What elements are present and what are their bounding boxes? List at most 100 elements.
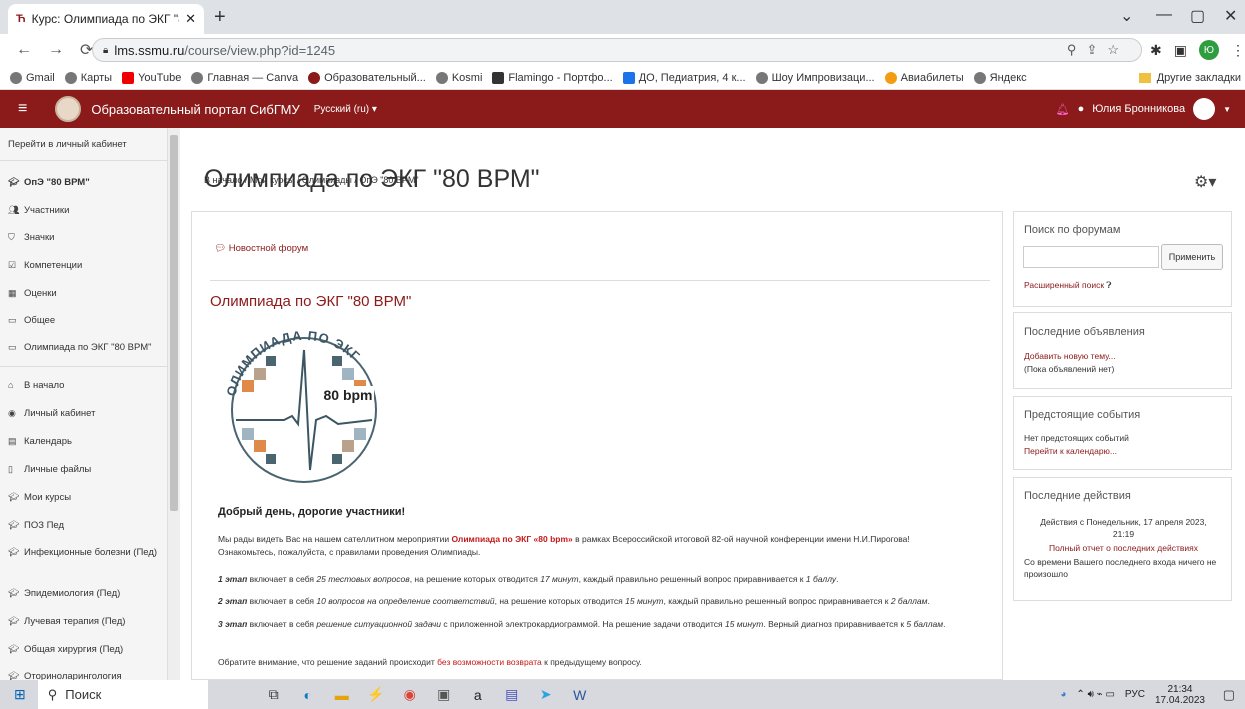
notification-bell-icon[interactable]: 🔔︎ [1056,103,1070,116]
explorer-icon[interactable]: ▬ [332,685,352,705]
forum-icon: 💬︎ [214,243,229,254]
telegram-icon[interactable]: ➤ [536,685,556,705]
nav-drawer: Перейти в личный кабинет 🎓︎ ОпЭ "80 ВРМ" … [0,128,168,680]
user-menu-caret-icon[interactable]: ▼ [1223,105,1231,114]
bookmark-kosmi[interactable]: Kosmi [435,71,482,84]
do-icon [622,71,635,84]
sidebar-scroll-thumb[interactable] [170,135,178,511]
sidebar-item-olympiad[interactable]: ▭ Олимпиада по ЭКГ "80 ВРМ" [8,341,163,354]
sidebar-item-course-4[interactable]: 🎓︎ Лучевая терапия (Пед) [8,615,163,628]
sidebar-item-course-5[interactable]: 🎓︎ Общая хирургия (Пед) [8,643,163,656]
forward-icon[interactable]: → [48,41,64,59]
bookmark-flights[interactable]: Авиабилеты [884,71,964,84]
news-forum-link[interactable]: 💬︎ Новостной форум [214,243,308,254]
activity-since: Действия с Понедельник, 17 апреля 2023, … [1040,517,1207,539]
full-report-link[interactable]: Полный отчет о последних действиях [1014,542,1233,554]
bookmark-gmail[interactable]: Gmail [10,71,55,84]
other-bookmarks[interactable]: Другие закладки [1138,72,1241,84]
gear-icon[interactable]: ⚙▾ [1194,172,1216,192]
sidebar-item-course-2[interactable]: 🎓︎ Инфекционные болезни (Пед) [8,546,163,559]
minimize-icon[interactable]: — [1156,6,1172,24]
menu-icon[interactable]: ⋮ [1231,42,1245,59]
block-title: Последние объявления [1024,326,1145,338]
sidebar-item-calendar[interactable]: ▤ Календарь [8,435,163,448]
close-window-icon[interactable]: ✕ [1224,6,1237,26]
windows-start-icon[interactable]: ⊞ [14,686,26,703]
sidebar-item-my-courses[interactable]: 🎓︎ Мои курсы [8,491,163,504]
folder-icon [1138,72,1151,83]
sidebar-item-participants[interactable]: 👥︎ Участники [8,204,163,217]
address-actions[interactable]: ⚲⇪☆ [1067,42,1129,58]
taskbar-search[interactable]: ⚲ Поиск [37,680,208,709]
home-icon: ⌂ [8,380,14,390]
table-icon: ▦ [8,288,17,298]
globe-icon [973,71,986,84]
sidebar-item-course-1[interactable]: 🎓︎ ПОЗ Пед [8,519,163,532]
close-tab-icon[interactable]: ✕ [185,11,196,27]
university-logo[interactable] [55,96,82,122]
hamburger-menu-icon[interactable]: ≡ [18,100,27,118]
input-language[interactable]: РУС [1125,689,1145,700]
sidebar-item-grades[interactable]: ▦ Оценки [8,287,163,300]
sidebar-item-course-3[interactable]: 🎓︎ Эпидемиология (Пед) [8,587,163,600]
bookmark-canva[interactable]: Главная — Canva [191,71,298,84]
sidebar-item-files[interactable]: ▯ Личные файлы [8,463,163,476]
go-to-calendar-link[interactable]: Перейти к календарю... [1024,446,1117,456]
user-name[interactable]: Юлия Бронникова [1092,103,1185,115]
bookmark-maps[interactable]: Карты [64,71,112,84]
new-tab-icon[interactable]: + [214,6,226,29]
bookmark-flamingo[interactable]: Flamingo - Портфо... [492,71,613,84]
sidebar-item-dashboard-link[interactable]: Перейти в личный кабинет [8,138,163,151]
tab-title: Курс: Олимпиада по ЭКГ "80 ВР [31,12,179,26]
back-icon[interactable]: ← [16,41,32,59]
globe-icon [191,71,204,84]
olympiad-emblem: ОЛИМПИАДА ПО ЭКГ 80 bpm [214,320,394,505]
tray-icons[interactable]: ⌃ 🔊︎ ⌁ ▭ [1076,689,1114,700]
bookmark-show[interactable]: Шоу Импровизаци... [755,71,875,84]
tab-search-icon[interactable]: ⌄ [1120,6,1133,26]
language-menu[interactable]: Русский (ru) ▾ [314,104,377,115]
edge-icon[interactable]: ◐ [298,685,318,705]
notifications-icon[interactable]: ▢ [1223,687,1235,703]
sidebar-item-competencies[interactable]: ☑ Компетенции [8,259,163,272]
sidebar-item-my-dashboard[interactable]: ◉ Личный кабинет [8,407,163,420]
app-icon[interactable]: ⚡ [366,685,386,705]
bookmark-portal[interactable]: Образовательный... [308,71,426,84]
extensions-icon[interactable]: ✱ [1150,42,1162,59]
apply-button[interactable]: Применить [1161,244,1223,270]
weather-icon[interactable]: ◕ [1060,689,1066,700]
graduation-cap-icon: 🎓︎ [8,616,20,626]
forum-search-input[interactable] [1023,246,1159,268]
store-icon[interactable]: ▣ [434,685,454,705]
breadcrumb[interactable]: В начало / Мои курсы / Олимпиады / ОпЭ "… [204,175,419,185]
add-topic-link[interactable]: Добавить новую тему... [1024,351,1116,361]
globe-icon [755,71,768,84]
sidepanel-icon[interactable]: ▣ [1174,42,1187,59]
clock[interactable]: 21:34 17.04.2023 [1155,684,1205,706]
amazon-icon[interactable]: a [468,685,488,705]
sidebar-item-badges[interactable]: ⛉ Значки [8,231,163,244]
maximize-icon[interactable]: ▢ [1190,6,1205,26]
messages-icon[interactable]: ● [1078,103,1085,115]
calendar-icon: ▤ [8,436,17,446]
help-icon[interactable]: ❓︎ [1106,280,1111,290]
task-view-icon[interactable]: ⧉ [264,685,284,705]
site-brand[interactable]: Образовательный портал СибГМУ [91,102,299,117]
site-navbar: ≡ Образовательный портал СибГМУ Русский … [0,90,1245,128]
bookmark-yandex[interactable]: Яндекс [973,71,1027,84]
bookmark-do[interactable]: ДО, Педиатрия, 4 к... [622,71,746,84]
sidebar-item-course-6[interactable]: 🎓︎ Оториноларингология [8,670,163,680]
chrome-icon[interactable]: ◉ [400,685,420,705]
teams-icon[interactable]: ▤ [502,685,522,705]
address-bar[interactable]: 🔒︎ lms.ssmu.ru/course/view.php?id=1245 ⚲… [92,38,1142,62]
sidebar-item-general[interactable]: ▭ Общее [8,314,163,327]
sidebar-item-course[interactable]: 🎓︎ ОпЭ "80 ВРМ" [8,176,163,189]
advanced-search-link[interactable]: Расширенный поиск ❓︎ [1024,280,1112,291]
bookmark-youtube[interactable]: YouTube [122,71,181,84]
profile-avatar[interactable]: Ю [1198,40,1219,60]
folder-icon: ▭ [8,315,17,325]
browser-tab[interactable]: Ћ Курс: Олимпиада по ЭКГ "80 ВР ✕ [8,4,204,34]
user-avatar[interactable] [1193,98,1216,120]
word-icon[interactable]: W [570,685,590,705]
sidebar-item-home[interactable]: ⌂ В начало [8,379,163,392]
